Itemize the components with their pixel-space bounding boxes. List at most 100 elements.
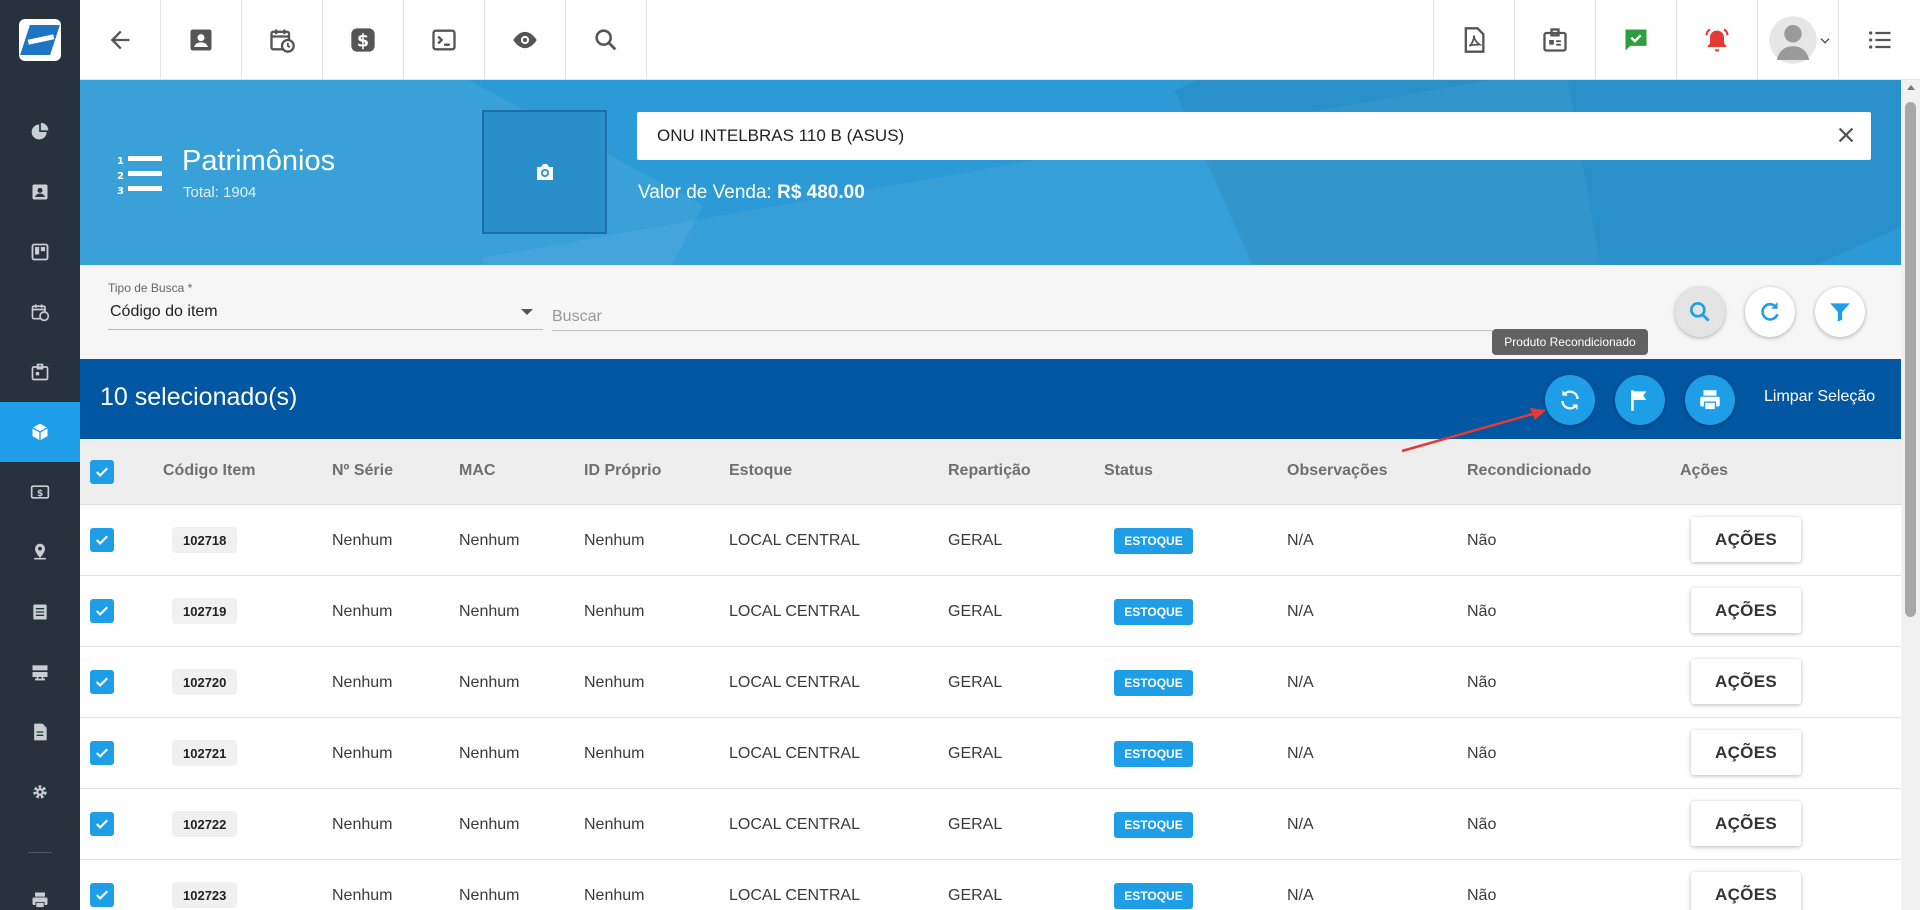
back-arrow-icon [110,30,130,50]
box-icon [32,423,48,441]
flag-button[interactable] [1615,375,1665,425]
column-header[interactable]: Observações [1287,462,1388,480]
message-check-icon [1625,29,1647,51]
sidebar-item-servers[interactable] [0,642,80,702]
refresh-icon [1761,302,1779,321]
app-logo[interactable] [0,0,80,80]
column-header[interactable]: Código Item [163,462,255,480]
svg-text:1: 1 [117,156,124,167]
table-row[interactable]: 102719 Nenhum Nenhum Nenhum LOCAL CENTRAL GER… [80,576,1901,647]
schedule-button[interactable] [242,0,323,80]
table-row[interactable]: 102723 Nenhum Nenhum Nenhum LOCAL CENTRAL GER… [80,860,1901,910]
select-all-checkbox[interactable] [90,460,114,484]
sidebar-item-badges[interactable] [0,342,80,402]
sidebar-item-board[interactable] [0,222,80,282]
actions-button[interactable]: AÇÕES [1691,872,1801,910]
sidebar-item-documents[interactable] [0,702,80,762]
menu-list-icon [1868,31,1890,49]
row-checkbox[interactable] [90,883,114,907]
filter-button[interactable] [1815,287,1865,337]
notes-cell: N/A [1287,674,1314,691]
back-button[interactable] [80,0,161,80]
sidebar-item-assets[interactable] [0,402,80,462]
division-cell: GERAL [948,745,1003,762]
contact-card-icon [32,184,48,200]
own-id-cell: Nenhum [584,674,645,691]
mac-cell: Nenhum [459,603,520,620]
stock-cell: LOCAL CENTRAL [729,532,860,549]
svg-text:$: $ [37,488,43,499]
sidebar-item-settings[interactable] [0,762,80,822]
badge-icon [31,363,49,381]
reconditioned-button[interactable] [1545,375,1595,425]
row-checkbox[interactable] [90,599,114,623]
search-field[interactable] [552,295,1492,331]
contacts-button[interactable] [161,0,242,80]
table-row[interactable]: 102721 Nenhum Nenhum Nenhum LOCAL CENTRAL GER… [80,718,1901,789]
pie-chart-icon [31,122,49,140]
scrollbar-thumb[interactable] [1905,102,1916,617]
view-button[interactable] [485,0,566,80]
table-row[interactable]: 102718 Nenhum Nenhum Nenhum LOCAL CENTRAL GER… [80,505,1901,576]
pdf-button[interactable] [1433,0,1514,80]
user-menu-button[interactable] [1757,0,1838,80]
division-cell: GERAL [948,674,1003,691]
sale-price-value: R$ 480.00 [777,182,865,203]
own-id-cell: Nenhum [584,532,645,549]
product-photo-placeholder[interactable] [482,110,607,234]
item-code-chip: 102720 [172,669,238,695]
sale-price-label: Valor de Venda: [638,182,772,203]
search-type-select[interactable]: Código do item [108,295,543,330]
sidebar-item-locations[interactable] [0,522,80,582]
badge-button[interactable] [1514,0,1595,80]
row-checkbox[interactable] [90,812,114,836]
reconditioned-cell: Não [1467,603,1497,620]
clear-selection-button[interactable]: Limpar Seleção [1764,388,1875,406]
terminal-button[interactable] [404,0,485,80]
actions-button[interactable]: AÇÕES [1691,801,1801,846]
column-header[interactable]: ID Próprio [584,462,661,480]
search-button[interactable] [566,0,647,80]
scrollbar[interactable] [1901,80,1920,910]
scroll-up-icon[interactable] [1907,85,1915,90]
actions-button[interactable]: AÇÕES [1691,730,1801,775]
close-icon[interactable] [1835,124,1857,146]
sidebar-item-dashboard[interactable] [0,102,80,162]
actions-button[interactable]: AÇÕES [1691,659,1801,704]
item-code-chip: 102721 [172,740,238,766]
search-input[interactable] [552,295,1492,330]
actions-button[interactable]: AÇÕES [1691,517,1801,562]
row-checkbox[interactable] [90,670,114,694]
main-menu-button[interactable] [1838,0,1920,80]
alarms-button[interactable] [1676,0,1757,80]
column-header[interactable]: Estoque [729,462,792,480]
row-checkbox[interactable] [90,528,114,552]
check-icon [96,890,108,900]
sidebar-item-lists[interactable] [0,582,80,642]
column-header[interactable]: Repartição [948,462,1031,480]
column-header[interactable]: Ações [1680,462,1728,480]
selected-product-field[interactable]: ONU INTELBRAS 110 B (ASUS) [637,112,1871,160]
column-header[interactable]: Status [1104,462,1153,480]
notes-cell: N/A [1287,603,1314,620]
column-header[interactable]: Recondicionado [1467,462,1591,480]
print-button[interactable] [1685,375,1735,425]
messages-button[interactable] [1595,0,1676,80]
selection-count: 10 selecionado(s) [100,383,298,411]
table-row[interactable]: 102720 Nenhum Nenhum Nenhum LOCAL CENTRAL GER… [80,647,1901,718]
sidebar-item-contacts[interactable] [0,162,80,222]
row-checkbox[interactable] [90,741,114,765]
column-header[interactable]: Nº Série [332,462,393,480]
financial-button[interactable]: $ [323,0,404,80]
table-row[interactable]: 102722 Nenhum Nenhum Nenhum LOCAL CENTRAL GER… [80,789,1901,860]
column-header[interactable]: MAC [459,462,495,480]
notes-cell: N/A [1287,887,1314,904]
sidebar-divider [28,852,52,853]
sidebar-item-finance[interactable]: $ [0,462,80,522]
search-submit-button[interactable] [1675,287,1725,337]
sidebar-item-print[interactable] [0,870,80,910]
sidebar-item-schedule[interactable] [0,282,80,342]
refresh-button[interactable] [1745,287,1795,337]
actions-button[interactable]: AÇÕES [1691,588,1801,633]
item-code-chip: 102722 [172,811,238,837]
